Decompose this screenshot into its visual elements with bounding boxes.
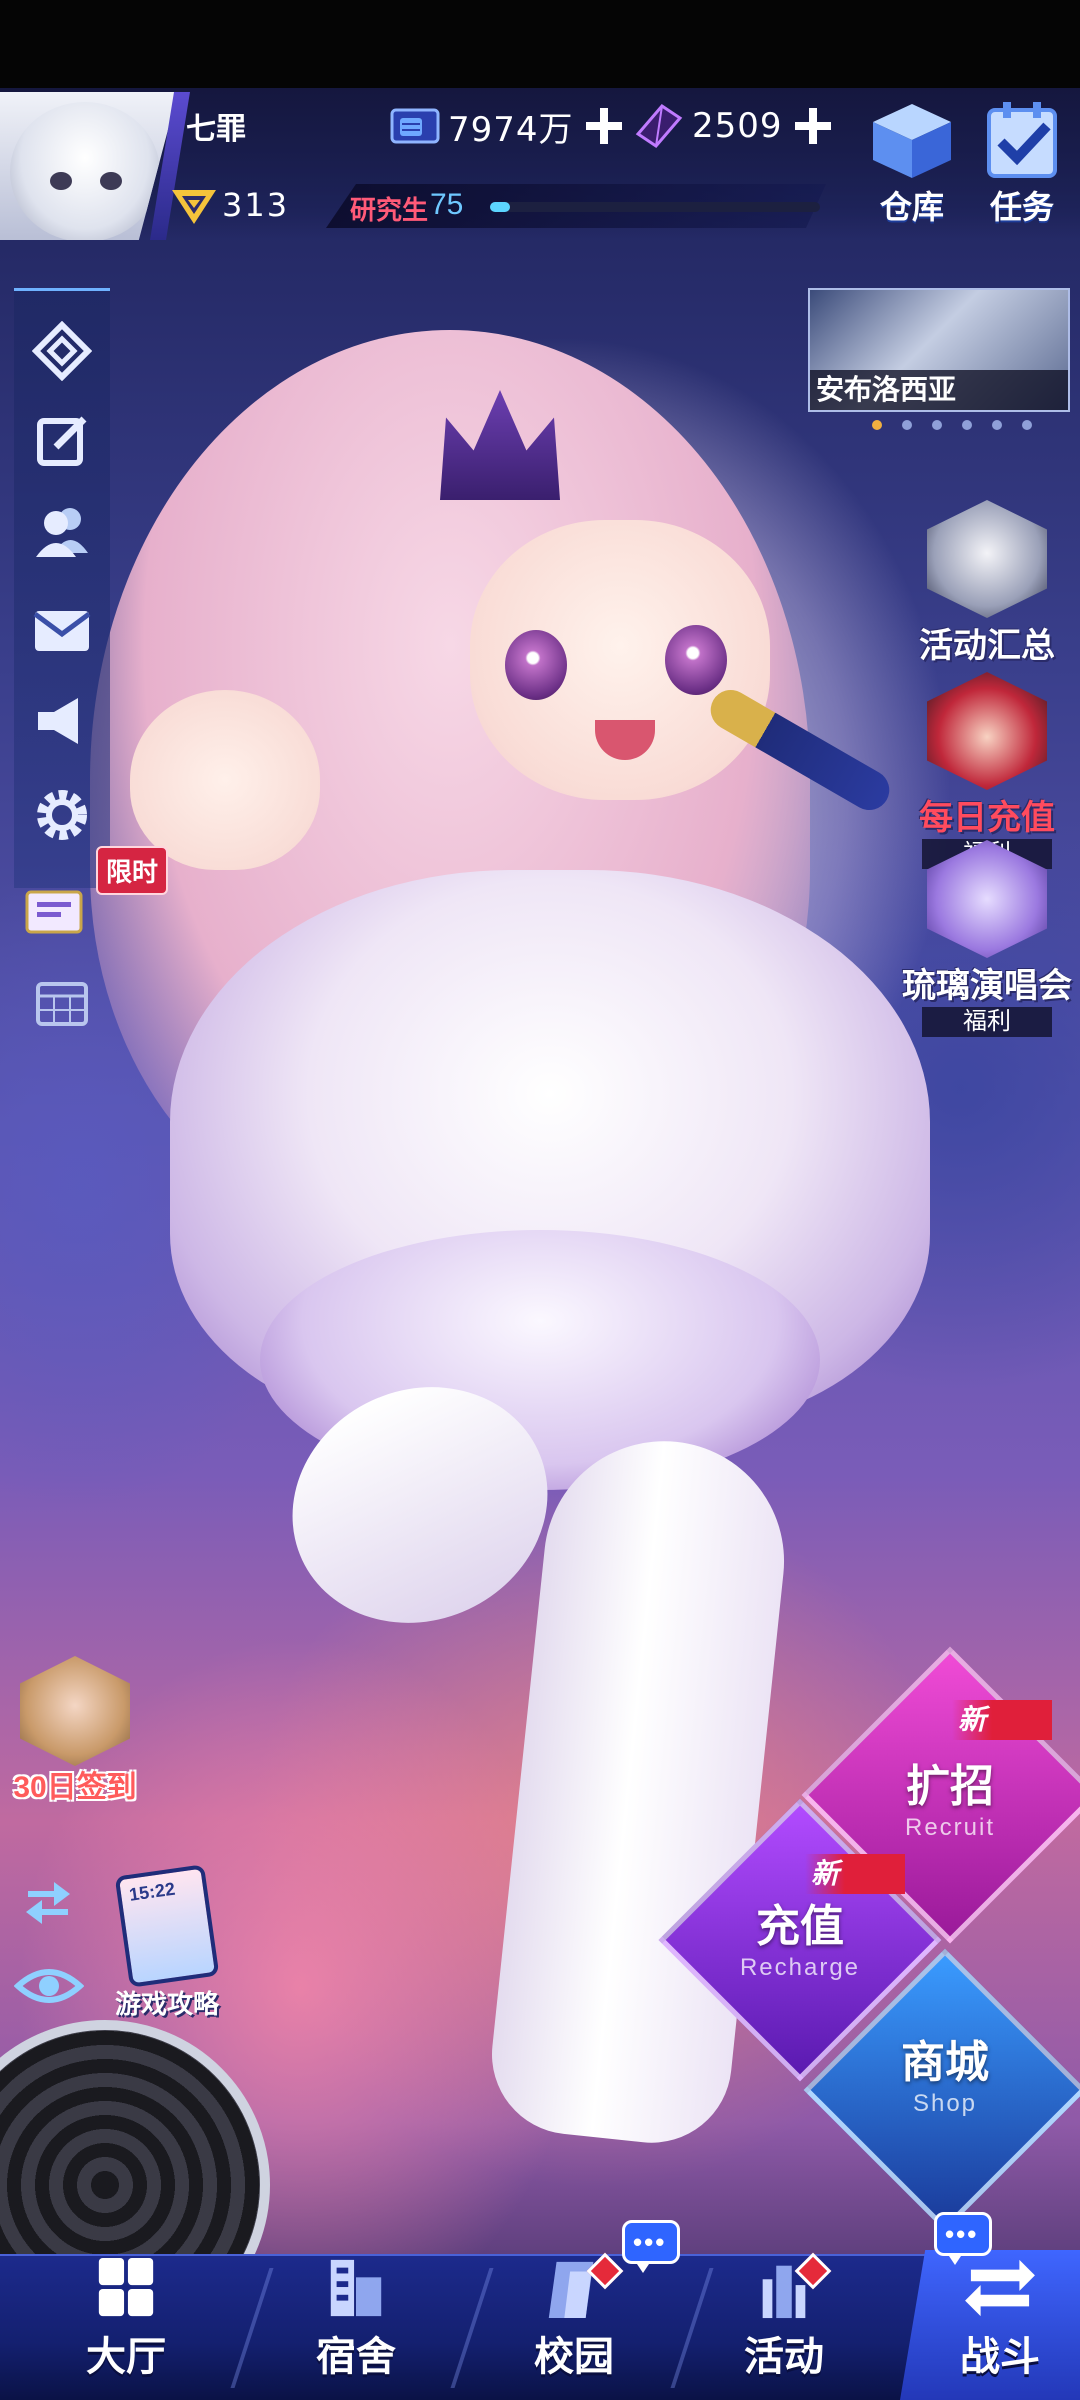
shop-label: 商城 [901, 2038, 989, 2087]
edit-icon [37, 416, 87, 466]
banner-dot[interactable] [872, 420, 882, 430]
shop-label-en: Shop [912, 2090, 978, 2117]
banner-dot[interactable] [992, 420, 1002, 430]
exp-progress-bar [490, 202, 820, 212]
signin-portrait [20, 1656, 130, 1766]
sidebar-settings-button[interactable] [14, 774, 110, 856]
nav-campus-label: 校园 [534, 2335, 614, 2379]
event-banner[interactable]: 安布洛西亚 [808, 288, 1070, 412]
banner-label: 安布洛西亚 [810, 370, 1068, 410]
announcement-icon [38, 698, 78, 744]
nav-battle[interactable]: 战斗 [910, 2256, 1080, 2396]
signin-30day-button[interactable]: 30日签到 [0, 1656, 150, 1806]
chat-bubble-icon[interactable]: ••• [934, 2212, 992, 2265]
recharge-new-badge: 新 [805, 1854, 905, 1894]
sidebar-calendar-button[interactable] [14, 962, 110, 1044]
concert-event-portrait [927, 840, 1047, 958]
hide-ui-eye-icon[interactable] [14, 1956, 84, 2016]
banner-dot[interactable] [902, 420, 912, 430]
add-gems-button[interactable] [793, 106, 833, 146]
recharge-label-en: Recharge [739, 1954, 861, 1981]
gems-value: 2509 [692, 106, 783, 146]
event-summary-portrait [927, 500, 1047, 618]
rank-level: 75 [430, 188, 464, 221]
player-level: 313 [222, 186, 290, 224]
coins-icon [390, 108, 440, 144]
guide-phone-icon: 15:22 [114, 1864, 220, 1988]
banner-dot[interactable] [932, 420, 942, 430]
concert-event-label: 琉璃演唱会 [902, 967, 1072, 1005]
recharge-label: 充值 [756, 1902, 844, 1951]
tasks-button[interactable]: 任务 [972, 100, 1072, 230]
game-main-screen: 七罪 313 研究生 75 7974万 2509 仓库 任务 限时 安布洛西亚 … [0, 0, 1080, 2400]
avatar-eye [100, 172, 122, 190]
warehouse-label: 仓库 [879, 189, 944, 225]
coins-counter: 7974万 [388, 102, 624, 150]
sidebar-announcement-button[interactable] [14, 680, 110, 762]
phone-time: 15:22 [127, 1878, 177, 1905]
gems-counter: 2509 [632, 102, 833, 150]
warehouse-button[interactable]: 仓库 [862, 100, 962, 230]
banner-dot[interactable] [1022, 420, 1032, 430]
limited-time-badge: 限时 [96, 846, 169, 895]
friends-icon [36, 508, 88, 557]
add-coins-button[interactable] [584, 106, 624, 146]
event-summary-label: 活动汇总 [919, 627, 1055, 665]
daily-recharge-portrait [927, 672, 1047, 790]
nav-hall-label: 大厅 [86, 2335, 166, 2379]
hall-grid-icon [98, 2257, 154, 2317]
warehouse-box-icon [873, 104, 951, 178]
mail-icon [33, 611, 91, 651]
daily-recharge-label: 每日充值 [919, 799, 1055, 837]
dorm-building-icon [330, 2259, 382, 2317]
gem-icon [635, 104, 683, 148]
recruit-new-badge: 新 [952, 1700, 1052, 1740]
battle-arrows-icon [965, 2259, 1035, 2317]
character-hand [130, 690, 320, 870]
sidebar-home-button[interactable] [14, 310, 110, 392]
nav-campus[interactable]: 校园 [484, 2256, 664, 2396]
nav-hall[interactable]: 大厅 [36, 2256, 216, 2396]
nav-dorm[interactable]: 宿舍 [266, 2256, 446, 2396]
nav-battle-label: 战斗 [960, 2335, 1040, 2379]
game-guide-button[interactable]: 15:22 游戏攻略 [112, 1864, 222, 2021]
nav-activity[interactable]: 活动 [694, 2256, 874, 2396]
recharge-button[interactable]: 充值 Recharge [690, 1890, 910, 1982]
swap-arrows-icon[interactable] [20, 1878, 76, 1928]
signin-label: 30日签到 [13, 1771, 137, 1804]
nav-dorm-label: 宿舍 [316, 2335, 396, 2379]
sidebar-friends-button[interactable] [14, 490, 110, 572]
sidebar-mail-button[interactable] [14, 590, 110, 672]
concert-event-sub: 福利 [922, 1007, 1052, 1037]
event-summary-button[interactable]: 活动汇总 [902, 500, 1072, 667]
avatar-eye [50, 172, 72, 190]
banner-dot[interactable] [962, 420, 972, 430]
status-bar [0, 0, 1080, 88]
shop-button[interactable]: 商城 Shop [835, 2026, 1055, 2118]
exp-progress-fill [490, 202, 510, 212]
banner-pagination [872, 420, 1072, 434]
rank-title: 研究生 [350, 195, 429, 225]
sidebar-edit-button[interactable] [14, 400, 110, 482]
limited-mail-icon [25, 890, 83, 934]
recruit-label: 扩招 [906, 1762, 994, 1811]
settings-gear-icon [37, 790, 87, 840]
player-name: 七罪 [186, 113, 246, 146]
concert-event-button[interactable]: 琉璃演唱会 福利 [902, 840, 1072, 1037]
level-chevron-icon [172, 190, 216, 224]
nav-activity-label: 活动 [744, 2335, 824, 2379]
character-eye-left [505, 630, 567, 700]
tasks-label: 任务 [989, 189, 1054, 225]
home-diamond-icon [32, 321, 92, 381]
recruit-button[interactable]: 扩招 Recruit [840, 1750, 1060, 1842]
character-eye-right [665, 625, 727, 695]
tasks-check-icon [987, 102, 1057, 178]
coins-value: 7974万 [448, 109, 574, 150]
avatar-portrait [10, 102, 160, 240]
calendar-icon [36, 982, 88, 1026]
recruit-label-en: Recruit [904, 1814, 996, 1841]
limited-mail-button[interactable] [6, 870, 102, 952]
chat-bubble-icon[interactable]: ••• [622, 2220, 680, 2273]
guide-label: 游戏攻略 [114, 1989, 219, 2019]
